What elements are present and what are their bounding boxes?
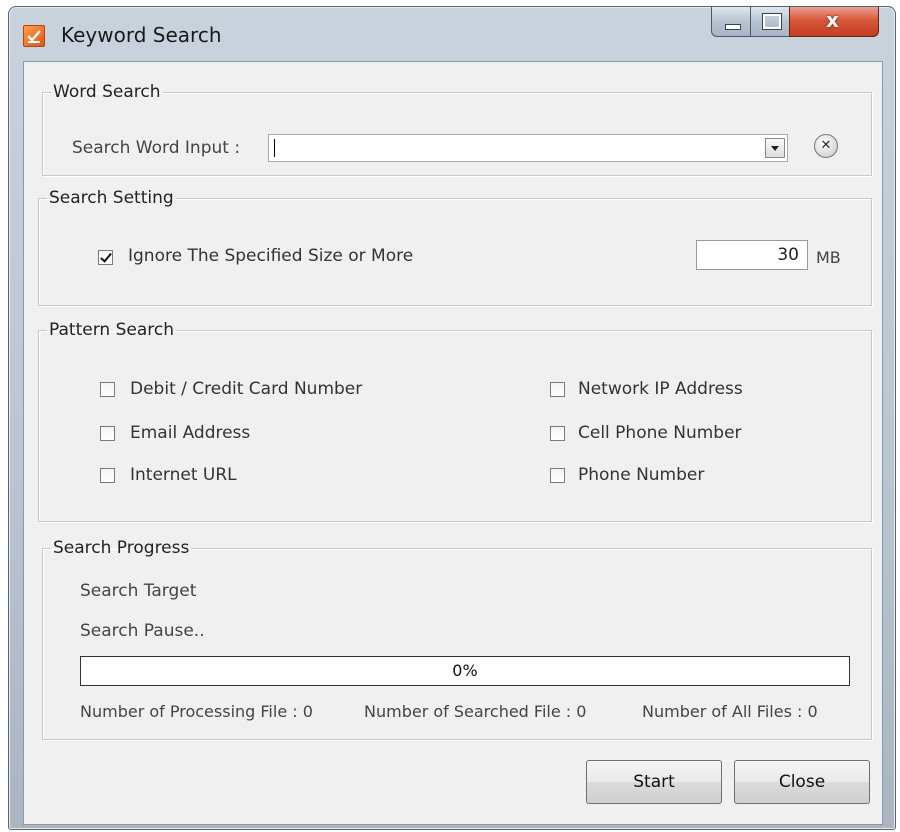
email-address-checkbox[interactable] [100,426,115,441]
internet-url-checkbox[interactable] [100,468,115,483]
processing-files-count: Number of Processing File : 0 [80,702,313,721]
text-caret [274,139,275,157]
network-ip-checkbox[interactable] [550,382,565,397]
app-icon [23,25,45,47]
pattern-search-group: Pattern Search [38,320,872,522]
start-button[interactable]: Start [586,760,722,804]
window-title: Keyword Search [61,23,222,47]
searched-files-count: Number of Searched File : 0 [364,702,587,721]
clear-icon: ✕ [820,138,832,153]
keyword-search-window: Keyword Search x Word Search Search Word… [8,6,896,830]
close-button[interactable]: Close [734,760,870,804]
minimize-button[interactable] [711,7,751,37]
size-limit-input[interactable]: 30 [696,240,808,270]
card-number-label[interactable]: Debit / Credit Card Number [130,379,362,399]
pattern-search-legend: Pattern Search [49,320,174,340]
close-icon: x [826,8,839,32]
cell-phone-checkbox[interactable] [550,426,565,441]
progress-percent-text: 0% [452,661,478,680]
search-progress-legend: Search Progress [53,538,190,558]
size-unit-label: MB [816,248,841,267]
maximize-button[interactable] [750,7,790,37]
phone-number-checkbox[interactable] [550,468,565,483]
email-address-label[interactable]: Email Address [130,423,250,443]
phone-number-label[interactable]: Phone Number [578,465,704,485]
search-setting-legend: Search Setting [49,188,174,208]
network-ip-label[interactable]: Network IP Address [578,379,743,399]
dialog-client: Word Search Search Word Input : ✕ Search… [23,61,883,825]
ignore-size-checkbox[interactable] [98,250,113,265]
internet-url-label[interactable]: Internet URL [130,465,237,485]
search-status-label: Search Pause.. [80,621,205,641]
search-target-label: Search Target [80,581,197,601]
word-search-legend: Word Search [53,82,161,102]
cell-phone-label[interactable]: Cell Phone Number [578,423,742,443]
clear-input-button[interactable]: ✕ [814,134,838,158]
ignore-size-label[interactable]: Ignore The Specified Size or More [128,246,413,266]
title-bar[interactable]: Keyword Search x [9,7,895,67]
search-progress-bar: 0% [80,656,850,686]
all-files-count: Number of All Files : 0 [642,702,818,721]
search-word-input[interactable] [268,134,788,162]
dropdown-arrow-icon[interactable] [765,138,785,158]
card-number-checkbox[interactable] [100,382,115,397]
search-word-label: Search Word Input : [72,138,241,158]
close-window-button[interactable]: x [789,7,879,37]
